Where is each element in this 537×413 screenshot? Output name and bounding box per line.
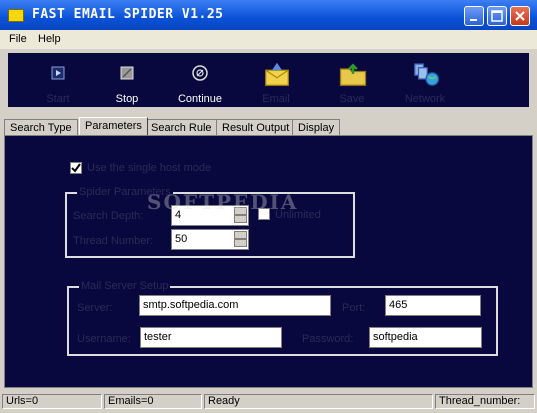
stop-label: Stop (115, 93, 139, 105)
tab-search-rule[interactable]: Search Rule (145, 119, 218, 135)
menu-file[interactable]: File (9, 33, 27, 45)
app-icon (8, 9, 24, 22)
watermark: SOFTPEDIA (147, 190, 299, 214)
server-label: Server: (77, 302, 113, 314)
thread-number-label: Thread Number: (73, 235, 154, 247)
close-button[interactable] (510, 6, 530, 26)
stop-button[interactable]: Stop (95, 57, 159, 109)
username-label: Username: (77, 333, 131, 345)
spin-up-icon[interactable] (234, 231, 247, 239)
tab-strip: Search Type Parameters Search Rule Resul… (4, 117, 534, 135)
password-label: Password: (302, 333, 354, 345)
status-bar: Urls=0 Emails=0 Ready Thread_number: (0, 391, 537, 413)
network-label: Network (404, 93, 446, 105)
spin-down-icon[interactable] (234, 239, 247, 247)
folder-icon (339, 63, 367, 86)
spin-down-icon[interactable] (234, 215, 247, 223)
menu-bar: File Help (0, 30, 537, 49)
continue-button[interactable]: Continue (168, 57, 232, 109)
continue-label: Continue (177, 93, 223, 105)
minimize-icon (470, 19, 477, 21)
start-icon (51, 66, 65, 80)
start-button[interactable]: Start (26, 57, 90, 109)
thread-number-spinner[interactable] (234, 231, 247, 248)
status-state: Ready (204, 394, 433, 409)
status-thread: Thread_number: (435, 394, 535, 409)
maximize-icon (491, 10, 503, 22)
status-urls: Urls=0 (2, 394, 102, 409)
network-icon (414, 63, 440, 86)
maximize-button[interactable] (487, 6, 507, 26)
email-icon (265, 62, 289, 86)
save-label: Save (339, 93, 365, 105)
single-host-label: Use the single host mode (87, 162, 212, 174)
port-input[interactable]: 465 (385, 295, 481, 316)
password-input[interactable]: softpedia (369, 327, 482, 348)
port-label: Port: (342, 302, 366, 314)
toolbar: Start Stop Continue Email Save Network (6, 51, 531, 109)
search-depth-label: Search Depth: (73, 210, 144, 222)
tab-parameters[interactable]: Parameters (79, 117, 148, 135)
status-emails: Emails=0 (104, 394, 202, 409)
stop-icon (120, 66, 134, 80)
email-label: Email (262, 93, 290, 105)
parameters-panel: Use the single host mode Spider Paramete… (4, 135, 533, 388)
mail-group-title: Mail Server Setup (79, 280, 171, 292)
server-input[interactable]: smtp.softpedia.com (139, 295, 331, 316)
window-title: FAST EMAIL SPIDER V1.25 (32, 7, 224, 22)
start-label: Start (46, 93, 70, 105)
checkmark-icon (71, 163, 81, 173)
network-button[interactable]: Network (393, 57, 457, 109)
title-bar: FAST EMAIL SPIDER V1.25 (0, 0, 537, 30)
thread-number-input[interactable]: 50 (171, 229, 249, 250)
tab-result-output[interactable]: Result Output (216, 119, 296, 135)
save-button[interactable]: Save (320, 57, 384, 109)
minimize-button[interactable] (464, 6, 484, 26)
thread-number-value: 50 (175, 233, 188, 245)
email-button[interactable]: Email (244, 57, 308, 109)
username-input[interactable]: tester (140, 327, 282, 348)
menu-help[interactable]: Help (38, 33, 61, 45)
continue-icon (192, 65, 208, 81)
single-host-checkbox[interactable] (70, 162, 82, 174)
tab-display[interactable]: Display (292, 119, 341, 135)
tab-search-type[interactable]: Search Type (4, 119, 78, 135)
close-icon (515, 11, 525, 21)
